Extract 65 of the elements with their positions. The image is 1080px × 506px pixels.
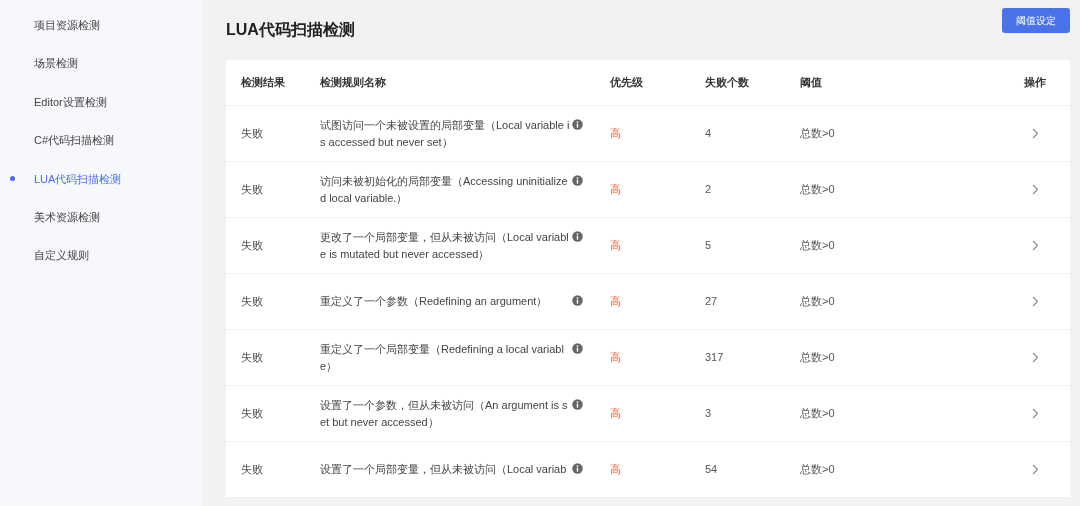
column-header: 优先级: [610, 74, 644, 90]
rule-name: 试图访问一个未被设置的局部变量（Local variable is accessed but never set）: [320, 118, 570, 150]
table-cell-text: 总数>0: [800, 182, 836, 198]
threshold-button[interactable]: 阈值设定: [1002, 7, 1070, 33]
table-cell-text: 27: [705, 294, 719, 310]
table-cell-text: 总数>0: [800, 126, 836, 142]
priority-cell-text: 高: [610, 350, 622, 366]
table-cell-text: 4: [705, 126, 713, 142]
priority-cell-text: 高: [610, 126, 622, 142]
table-cell-text: 失败: [240, 462, 264, 478]
table-cell-text: 总数>0: [800, 238, 836, 254]
chevron-right-icon[interactable]: [1031, 240, 1039, 251]
page-title: LUA代码扫描检测: [226, 20, 355, 40]
chevron-right-icon[interactable]: [1031, 408, 1039, 419]
chevron-right-icon[interactable]: [1031, 352, 1039, 363]
table-cell-text: 总数>0: [800, 294, 836, 310]
column-header: 失败个数: [705, 74, 750, 90]
priority-cell-text: 高: [610, 238, 622, 254]
table-cell-text: 2: [705, 182, 713, 198]
priority-cell-text: 高: [610, 462, 622, 478]
chevron-right-icon[interactable]: [1031, 184, 1039, 195]
rule-name: 设置了一个参数，但从未被访问（An argument is set but never accessed）: [320, 398, 569, 430]
chevron-right-icon[interactable]: [1031, 464, 1039, 475]
priority-cell-text: 高: [610, 182, 622, 198]
info-icon[interactable]: [572, 231, 583, 242]
sidebar-item[interactable]: 美术资源检测: [0, 197, 202, 237]
table-cell-text: 总数>0: [800, 350, 836, 366]
info-icon[interactable]: [572, 119, 583, 130]
rule-name: 更改了一个局部变量，但从未被访问（Local variable is mutated but never accessed）: [320, 230, 570, 262]
sidebar-item[interactable]: Editor设置检测: [0, 82, 202, 122]
priority-cell-text: 高: [610, 294, 622, 310]
active-dot-icon: [10, 176, 15, 182]
table-cell-text: 失败: [240, 182, 264, 198]
sidebar-item[interactable]: C#代码扫描检测: [0, 121, 202, 160]
table-cell-text: 317: [705, 350, 725, 366]
table-cell-text: 失败: [240, 294, 264, 310]
table-cell-text: 失败: [240, 350, 264, 366]
table-cell-text: 54: [705, 462, 719, 478]
chevron-right-icon[interactable]: [1031, 128, 1039, 139]
info-icon[interactable]: [572, 463, 583, 475]
rule-name: 设置了一个局部变量，但从未被访问（Local variab: [320, 462, 568, 478]
sidebar-item[interactable]: 自定义规则: [0, 236, 202, 275]
rule-name: 重定义了一个局部变量（Redefining a local variable）: [320, 342, 565, 374]
info-icon[interactable]: [572, 295, 583, 307]
priority-cell-text: 高: [610, 406, 622, 422]
rule-name: 重定义了一个参数（Redefining an argument）: [320, 294, 549, 310]
column-header: 阈值: [800, 74, 823, 90]
table-cell-text: 总数>0: [800, 406, 836, 422]
table-cell-text: 失败: [240, 406, 264, 422]
column-header: 检测规则名称: [320, 74, 387, 90]
table-cell-text: 失败: [240, 126, 264, 142]
table-cell-text: 失败: [240, 238, 264, 254]
column-header: 检测结果: [240, 74, 286, 90]
info-icon[interactable]: [572, 175, 583, 186]
column-header: 操作: [1023, 74, 1047, 90]
table-cell-text: 5: [705, 238, 713, 254]
chevron-right-icon[interactable]: [1031, 296, 1039, 307]
sidebar-item[interactable]: 场景检测: [0, 44, 202, 83]
sidebar-item[interactable]: LUA代码扫描检测: [0, 159, 202, 198]
table-cell-text: 3: [705, 406, 713, 422]
info-icon[interactable]: [572, 343, 583, 354]
sidebar-item[interactable]: 项目资源检测: [0, 6, 202, 45]
table-cell-text: 总数>0: [800, 462, 836, 478]
info-icon[interactable]: [572, 399, 583, 410]
rule-name: 访问未被初始化的局部变量（Accessing uninitialized local variable.）: [320, 174, 569, 206]
